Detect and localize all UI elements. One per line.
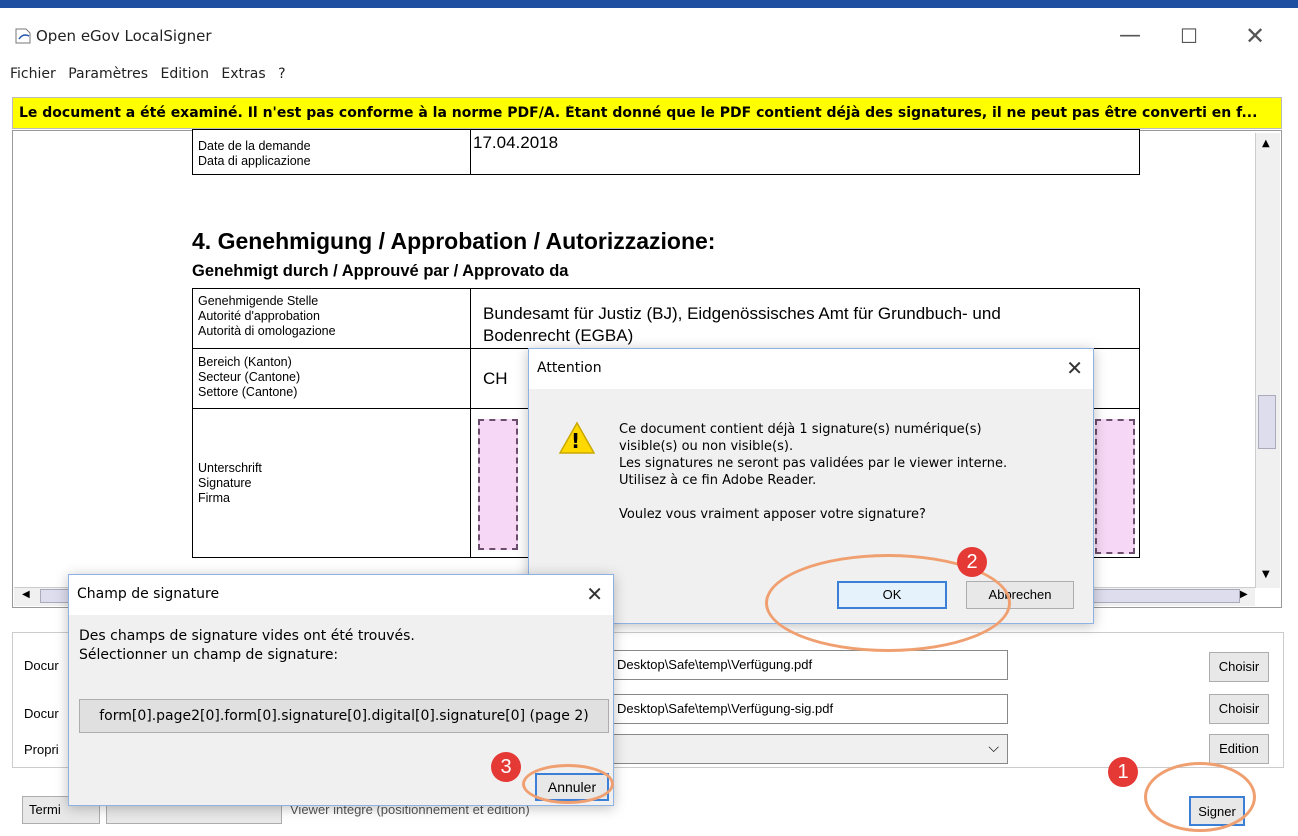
window-title: Open eGov LocalSigner bbox=[36, 27, 212, 45]
input-document-label: Docur bbox=[24, 658, 59, 673]
menu-edition[interactable]: Edition bbox=[157, 60, 213, 88]
attention-line-1: Ce document contient déjà 1 signature(s)… bbox=[619, 422, 982, 437]
row2-value: CH bbox=[483, 369, 508, 388]
choose-output-button[interactable]: Choisir bbox=[1209, 694, 1269, 724]
date-label-fr: Date de la demande bbox=[198, 139, 311, 153]
champ-close-icon[interactable]: ✕ bbox=[586, 582, 603, 606]
edit-properties-button[interactable]: Edition bbox=[1209, 734, 1269, 764]
scroll-left-arrow-icon[interactable]: ◀ bbox=[22, 589, 30, 600]
attention-line-6: Voulez vous vraiment apposer votre signa… bbox=[619, 507, 926, 522]
app-icon bbox=[15, 28, 31, 44]
input-path-field[interactable]: Desktop\Safe\temp\Verfügung.pdf bbox=[612, 650, 1008, 680]
row1-value-line2: Bodenrecht (EGBA) bbox=[483, 326, 634, 345]
row1-value-cell: Bundesamt für Justiz (BJ), Eidgenössisch… bbox=[470, 288, 1140, 349]
vertical-scrollbar[interactable] bbox=[1255, 133, 1280, 588]
minimize-button[interactable]: — bbox=[1107, 22, 1153, 50]
attention-close-icon[interactable]: ✕ bbox=[1066, 356, 1083, 380]
attention-line-3: Les signatures ne seront pas validées pa… bbox=[619, 456, 1008, 471]
highlight-ring-sign bbox=[1144, 762, 1256, 832]
signature-field[interactable] bbox=[478, 419, 518, 550]
row3-label-cell: Unterschrift Signature Firma bbox=[192, 408, 471, 558]
step-badge-3: 3 bbox=[491, 752, 521, 782]
champ-title-bar: Champ de signature ✕ bbox=[69, 575, 613, 615]
attention-line-4: Utilisez à ce fin Adobe Reader. bbox=[619, 473, 817, 488]
attention-title: Attention bbox=[537, 360, 602, 376]
row3-label-it: Firma bbox=[198, 491, 230, 505]
warning-exclamation: ! bbox=[571, 429, 581, 453]
highlight-ring-annuler bbox=[522, 764, 614, 804]
properties-dropdown[interactable]: ⌵ bbox=[612, 734, 1008, 764]
properties-label: Propri bbox=[24, 742, 59, 757]
pdfa-warning-banner: Le document a été examiné. Il n'est pas … bbox=[12, 97, 1282, 129]
row1-label-de: Genehmigende Stelle bbox=[198, 294, 319, 308]
date-label-it: Data di applicazione bbox=[198, 154, 311, 168]
close-window-button[interactable]: ✕ bbox=[1232, 22, 1278, 50]
row3-label-de: Unterschrift bbox=[198, 461, 262, 475]
row1-label-fr: Autorité d'approbation bbox=[198, 309, 320, 323]
scroll-up-arrow-icon[interactable]: ▲ bbox=[1262, 138, 1270, 149]
row1-label-it: Autorità di omologazione bbox=[198, 324, 336, 338]
vertical-scroll-thumb[interactable] bbox=[1258, 395, 1276, 449]
attention-line-2: visible(s) ou non visible(s). bbox=[619, 439, 794, 454]
chevron-down-icon: ⌵ bbox=[988, 739, 999, 755]
menu-fichier[interactable]: Fichier bbox=[6, 60, 60, 88]
champ-line-2: Sélectionner un champ de signature: bbox=[79, 647, 339, 663]
menu-help[interactable]: ? bbox=[274, 60, 289, 88]
banner-text: Le document a été examiné. Il n'est pas … bbox=[19, 105, 1258, 121]
choose-input-button[interactable]: Choisir bbox=[1209, 652, 1269, 682]
step-badge-2: 2 bbox=[957, 547, 987, 577]
row2-label-cell: Bereich (Kanton) Secteur (Cantone) Setto… bbox=[192, 348, 471, 409]
date-label-cell: Date de la demande Data di applicazione bbox=[192, 129, 471, 175]
row2-label-fr: Secteur (Cantone) bbox=[198, 370, 301, 384]
output-path-field[interactable]: Desktop\Safe\temp\Verfügung-sig.pdf bbox=[612, 694, 1008, 724]
step-badge-1: 1 bbox=[1108, 757, 1138, 787]
row2-label-it: Settore (Cantone) bbox=[198, 385, 298, 399]
menu-parametres[interactable]: Paramètres bbox=[64, 60, 152, 88]
signature-field-option[interactable]: form[0].page2[0].form[0].signature[0].di… bbox=[79, 699, 609, 733]
section-heading: 4. Genehmigung / Approbation / Autorizza… bbox=[192, 228, 716, 254]
maximize-button[interactable]: ☐ bbox=[1166, 22, 1212, 50]
signature-field-right[interactable] bbox=[1095, 419, 1135, 554]
attention-title-bar: Attention ✕ bbox=[529, 349, 1093, 389]
menu-extras[interactable]: Extras bbox=[217, 60, 269, 88]
row3-label-fr: Signature bbox=[198, 476, 252, 490]
champ-line-1: Des champs de signature vides ont été tr… bbox=[79, 628, 415, 644]
output-document-label: Docur bbox=[24, 706, 59, 721]
date-value-cell: 17.04.2018 bbox=[470, 129, 1140, 175]
taskbar-strip bbox=[0, 0, 1298, 8]
section-subheading: Genehmigt durch / Approuvé par / Approva… bbox=[192, 262, 569, 280]
row1-value-line1: Bundesamt für Justiz (BJ), Eidgenössisch… bbox=[483, 304, 1001, 323]
menu-bar: Fichier Paramètres Edition Extras ? bbox=[6, 60, 290, 88]
row1-label-cell: Genehmigende Stelle Autorité d'approbati… bbox=[192, 288, 471, 349]
scroll-down-arrow-icon[interactable]: ▼ bbox=[1262, 569, 1270, 580]
scroll-right-arrow-icon[interactable]: ▶ bbox=[1240, 589, 1248, 600]
champ-title: Champ de signature bbox=[77, 586, 220, 602]
row2-label-de: Bereich (Kanton) bbox=[198, 355, 292, 369]
attention-message: Ce document contient déjà 1 signature(s)… bbox=[619, 421, 1007, 523]
date-value: 17.04.2018 bbox=[473, 133, 559, 152]
